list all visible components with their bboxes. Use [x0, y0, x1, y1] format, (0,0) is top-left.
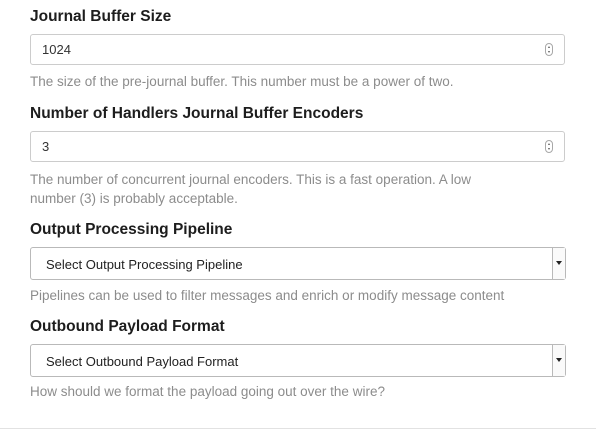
journal-buffer-size-label: Journal Buffer Size — [30, 8, 172, 25]
payload-format-select[interactable]: Select Outbound Payload Format — [30, 344, 566, 377]
journal-buffer-size-help: The size of the pre-journal buffer. This… — [30, 74, 454, 89]
output-pipeline-help: Pipelines can be used to filter messages… — [30, 288, 505, 303]
output-pipeline-select[interactable]: Select Output Processing Pipeline — [30, 247, 566, 280]
chevron-down-icon[interactable] — [552, 345, 565, 376]
output-pipeline-label: Output Processing Pipeline — [30, 221, 233, 238]
settings-form: Journal Buffer Size 1024 The size of the… — [0, 0, 596, 433]
spinner-icon[interactable] — [545, 140, 553, 153]
journal-buffer-size-input[interactable]: 1024 — [30, 34, 565, 65]
journal-encoders-input[interactable]: 3 — [30, 131, 565, 162]
divider — [0, 428, 596, 429]
payload-format-help: How should we format the payload going o… — [30, 384, 385, 399]
payload-format-selected: Select Outbound Payload Format — [46, 354, 239, 369]
spinner-icon[interactable] — [545, 43, 553, 56]
journal-encoders-label: Number of Handlers Journal Buffer Encode… — [30, 105, 364, 122]
chevron-down-icon[interactable] — [552, 248, 565, 279]
journal-encoders-value: 3 — [42, 139, 50, 154]
journal-buffer-size-value: 1024 — [42, 42, 71, 57]
output-pipeline-selected: Select Output Processing Pipeline — [46, 257, 243, 272]
journal-encoders-help-line-2: number (3) is probably acceptable. — [30, 191, 238, 206]
journal-encoders-help-line-1: The number of concurrent journal encoder… — [30, 172, 471, 187]
payload-format-label: Outbound Payload Format — [30, 318, 225, 335]
journal-encoders-help: The number of concurrent journal encoder… — [30, 170, 570, 208]
